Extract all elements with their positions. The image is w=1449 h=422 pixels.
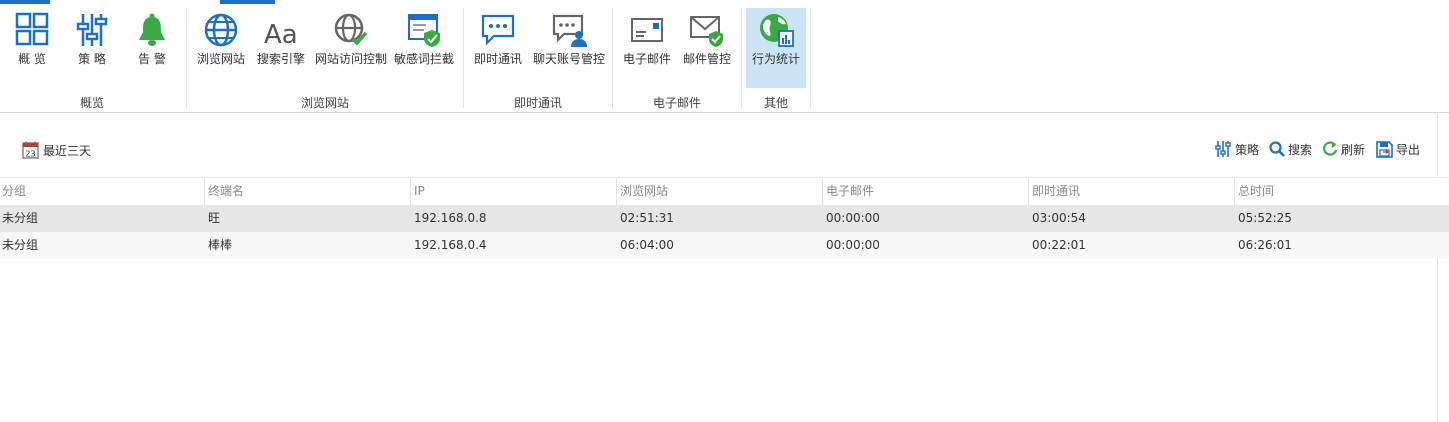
tab-indicator-overview (0, 0, 50, 4)
refresh-button[interactable]: 刷新 (1322, 140, 1365, 158)
font-aa-icon: Aa (264, 20, 298, 48)
cell-im: 00:22:01 (1032, 238, 1086, 252)
group-separator (186, 8, 187, 108)
group-label-im: 即时通讯 (513, 96, 562, 110)
cell-total-time: 06:26:01 (1238, 238, 1292, 252)
chat-user-icon (552, 14, 587, 47)
sliders-icon (76, 14, 108, 46)
panel-right-border (1437, 112, 1438, 422)
ribbon-button-label: 策 略 (78, 52, 106, 66)
search-button[interactable]: 搜索 (1269, 140, 1312, 158)
ribbon-button-alert[interactable]: 告 警 (124, 8, 180, 88)
globe-icon (204, 13, 238, 47)
bell-icon (139, 13, 165, 46)
ribbon-button-label: 浏览网站 (196, 52, 245, 66)
ribbon-button-label: 网站访问控制 (314, 52, 387, 66)
ribbon-button-policy[interactable]: 策 略 (64, 8, 120, 88)
sliders-icon (1215, 141, 1231, 157)
ribbon-button-search-engine[interactable]: Aa 搜索引擎 (254, 8, 308, 88)
ribbon-button-browse-websites[interactable]: 浏览网站 (194, 8, 248, 88)
calendar-icon: 23 (22, 141, 39, 159)
cell-ip: 192.168.0.8 (414, 211, 487, 225)
ribbon-button-label: 即时通讯 (473, 52, 522, 66)
group-separator (810, 8, 811, 108)
cell-group: 未分组 (2, 238, 39, 252)
table-header: 分组 终端名 IP 浏览网站 电子邮件 即时通讯 总时间 (0, 177, 1449, 206)
earth-stats-icon (760, 14, 794, 47)
refresh-icon (1323, 141, 1338, 156)
tab-indicator-browse (220, 0, 275, 4)
cell-total-time: 05:52:25 (1238, 211, 1292, 225)
ribbon-button-chat-account-control[interactable]: 聊天账号管控 (530, 8, 608, 88)
ribbon-button-overview[interactable]: 概 览 (4, 8, 60, 88)
policy-label: 策略 (1235, 142, 1260, 157)
svg-text:Aa: Aa (264, 20, 298, 48)
email-shield-icon (690, 16, 723, 47)
ribbon-button-label: 搜索引擎 (256, 52, 305, 66)
ribbon-button-label: 敏感词拦截 (393, 52, 454, 66)
column-header-group[interactable]: 分组 (0, 178, 204, 205)
column-header-total-time[interactable]: 总时间 (1234, 178, 1449, 205)
group-label-email: 电子邮件 (652, 96, 701, 110)
dashboard-grid-icon (15, 12, 49, 46)
cell-ip: 192.168.0.4 (414, 238, 487, 252)
export-icon (1376, 140, 1393, 158)
cell-group: 未分组 (2, 211, 39, 225)
cell-browse: 06:04:00 (620, 238, 674, 252)
ribbon-button-label: 告 警 (138, 52, 166, 66)
group-separator (463, 8, 464, 108)
export-label: 导出 (1396, 142, 1421, 157)
group-label-other: 其他 (763, 96, 788, 110)
export-button[interactable]: 导出 (1376, 140, 1420, 158)
ribbon-button-behavior-statistics[interactable]: 行为统计 (746, 8, 806, 88)
ribbon-button-label: 邮件管控 (682, 52, 731, 66)
policy-button[interactable]: 策略 (1214, 140, 1259, 158)
browser-shield-icon (408, 14, 440, 47)
cell-email: 00:00:00 (826, 211, 880, 225)
ribbon: 概 览 策 略 告 警 概览 浏览网站 Aa 搜索引擎 网站访问控制 敏感词拦截… (0, 0, 1449, 113)
calendar-day: 23 (25, 150, 35, 159)
search-icon (1269, 141, 1285, 157)
globe-check-icon (334, 13, 368, 46)
group-label-browse: 浏览网站 (300, 96, 349, 110)
column-header-browse[interactable]: 浏览网站 (616, 178, 822, 205)
cell-browse: 02:51:31 (620, 211, 674, 225)
column-header-email[interactable]: 电子邮件 (822, 178, 1028, 205)
column-header-terminal[interactable]: 终端名 (204, 178, 410, 205)
ribbon-button-website-access-control[interactable]: 网站访问控制 (314, 8, 388, 88)
date-range-button[interactable]: 23 最近三天 (22, 141, 91, 159)
cell-email: 00:00:00 (826, 238, 880, 252)
ribbon-button-label: 聊天账号管控 (532, 52, 605, 66)
search-label: 搜索 (1288, 142, 1313, 157)
ribbon-button-email-control[interactable]: 邮件管控 (680, 8, 734, 88)
ribbon-button-label: 行为统计 (751, 52, 800, 66)
chat-bubble-icon (481, 14, 515, 46)
column-header-ip[interactable]: IP (410, 178, 616, 205)
cell-im: 03:00:54 (1032, 211, 1086, 225)
ribbon-button-instant-messaging[interactable]: 即时通讯 (470, 8, 526, 88)
column-header-im[interactable]: 即时通讯 (1028, 178, 1234, 205)
cell-terminal: 旺 (208, 211, 221, 225)
ribbon-button-label: 电子邮件 (622, 52, 671, 66)
table-row[interactable]: 未分组 旺 192.168.0.8 02:51:31 00:00:00 03:0… (0, 205, 1449, 232)
ribbon-button-email[interactable]: 电子邮件 (620, 8, 674, 88)
refresh-label: 刷新 (1341, 142, 1366, 157)
ribbon-button-sensitive-word-block[interactable]: 敏感词拦截 (392, 8, 456, 88)
group-label-overview: 概览 (79, 96, 104, 110)
ribbon-button-label: 概 览 (18, 52, 46, 66)
table-row[interactable]: 未分组 棒棒 192.168.0.4 06:04:00 00:00:00 00:… (0, 232, 1449, 259)
email-icon (631, 18, 663, 42)
date-range-label: 最近三天 (43, 143, 92, 158)
cell-terminal: 棒棒 (208, 238, 233, 252)
group-separator (741, 8, 742, 108)
group-separator (612, 8, 613, 108)
